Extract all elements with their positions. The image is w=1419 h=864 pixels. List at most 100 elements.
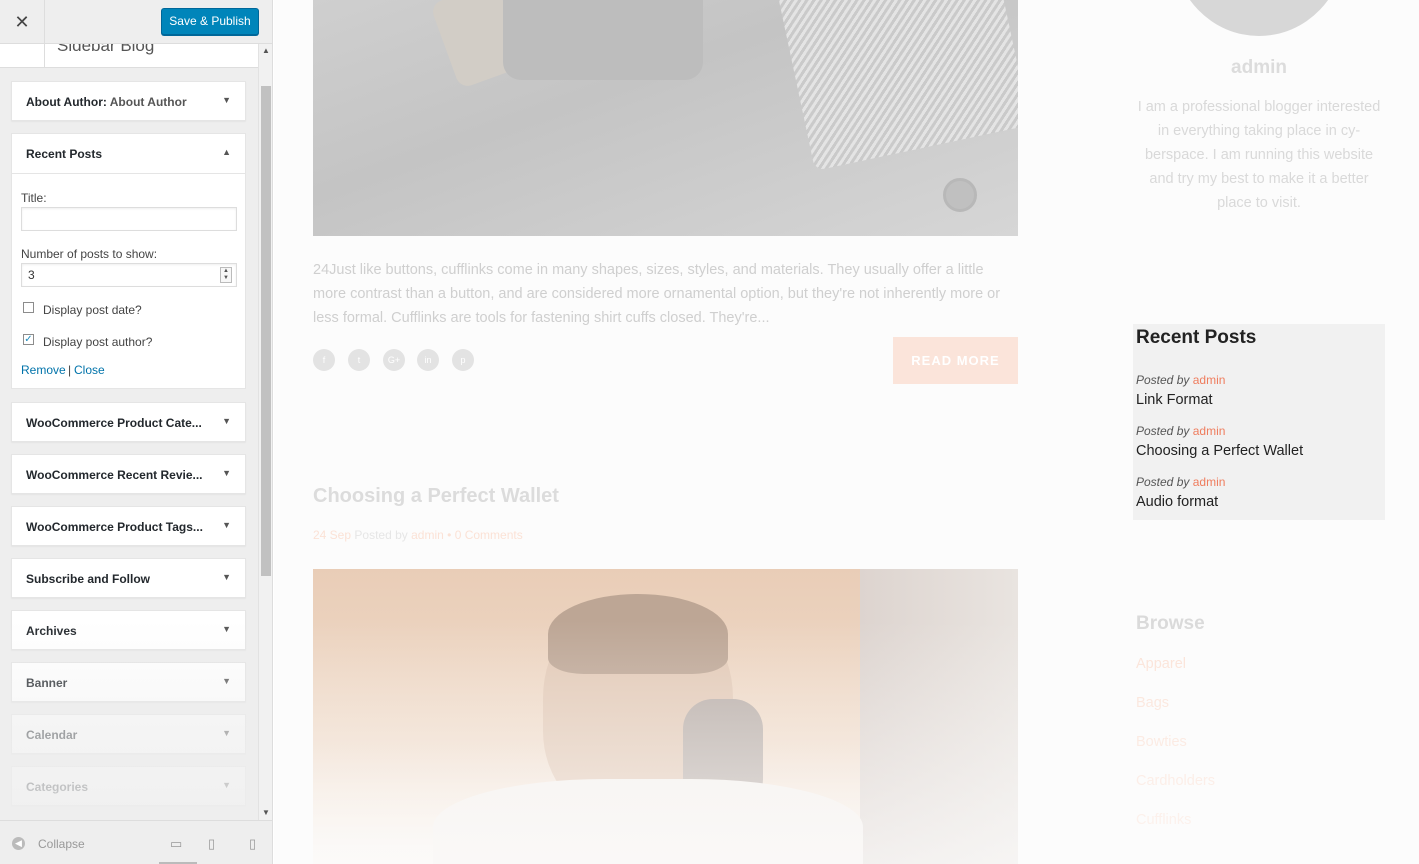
pinterest-icon[interactable]: p [452, 349, 474, 371]
widget-title: WooCommerce Recent Revie... [26, 468, 203, 482]
browse-item[interactable]: Bags [1136, 695, 1169, 711]
display-author-label: Display post author? [43, 335, 153, 349]
display-date-label: Display post date? [43, 303, 142, 317]
widget-title: WooCommerce Product Cate... [26, 416, 202, 430]
widget-title: WooCommerce Product Tags... [26, 520, 203, 534]
collapse-button[interactable]: Collapse [38, 837, 85, 851]
image-shape [433, 779, 863, 864]
display-date-checkbox[interactable] [23, 302, 34, 313]
close-link[interactable]: Close [74, 363, 105, 377]
browse-heading: Browse [1136, 613, 1205, 634]
google-plus-icon[interactable]: G+ [383, 349, 405, 371]
widget-categories[interactable]: Categories ▼ [11, 766, 246, 806]
list-item: Posted by admin Audio format [1136, 475, 1226, 510]
browse-item[interactable]: Cufflinks [1136, 812, 1191, 828]
title-field-label: Title: [21, 191, 47, 205]
expand-arrow-icon[interactable]: ▼ [222, 95, 231, 105]
widget-title: Calendar [26, 728, 78, 742]
comments-link[interactable]: 0 Comments [455, 528, 523, 542]
num-posts-input[interactable]: 3 ▲ ▼ [21, 263, 237, 287]
number-stepper-icon[interactable]: ▲ ▼ [220, 267, 232, 283]
facebook-icon[interactable]: f [313, 349, 335, 371]
browse-item[interactable]: Cardholders [1136, 773, 1215, 789]
sidebar-scrollbar[interactable]: ▲ ▼ [258, 44, 272, 820]
remove-link[interactable]: Remove [21, 363, 66, 377]
post-link[interactable]: Link Format [1136, 392, 1225, 408]
close-customizer-button[interactable]: ✕ [0, 0, 45, 44]
recent-posts-widget-preview: Recent Posts Posted by admin Link Format… [1133, 324, 1385, 520]
post-link[interactable]: Choosing a Perfect Wallet [1136, 443, 1303, 459]
tablet-icon[interactable]: ▯ [208, 836, 215, 852]
meta-dot: • [447, 528, 452, 542]
list-item: Posted by admin Link Format [1136, 373, 1226, 408]
posted-by-label: Posted by [354, 528, 408, 542]
image-shape [548, 594, 728, 674]
post-featured-image[interactable] [313, 0, 1018, 236]
widget-title: Banner [26, 676, 68, 690]
customizer-footer: ◀ Collapse ▭ ▯ ▯ [0, 820, 272, 864]
widget-woocommerce-product-categories[interactable]: WooCommerce Product Cate... ▼ [11, 402, 246, 442]
widget-title: Categories [26, 780, 89, 794]
author-bio: I am a professional blogger interested i… [1137, 99, 1381, 211]
expand-arrow-icon[interactable]: ▼ [222, 468, 231, 478]
image-shape [775, 0, 1018, 171]
widget-subscribe-follow[interactable]: Subscribe and Follow ▼ [11, 558, 246, 598]
widget-about-author[interactable]: About Author: About Author ▼ [11, 81, 246, 121]
image-shape [503, 0, 703, 80]
save-publish-button[interactable]: Save & Publish [161, 8, 259, 35]
browse-item[interactable]: Bowties [1136, 734, 1187, 750]
scroll-down-icon[interactable]: ▼ [262, 808, 270, 817]
customizer-sidebar: ✕ Save & Publish Sidebar Blog ▲ ▼ About … [0, 0, 273, 864]
desktop-icon[interactable]: ▭ [170, 836, 182, 852]
display-author-checkbox[interactable]: ✓ [23, 334, 34, 345]
post-author-link[interactable]: admin [1193, 424, 1226, 438]
image-shape [860, 569, 1018, 864]
widget-title: Recent Posts [26, 147, 103, 161]
post-meta: 24 Sep Posted by admin • 0 Comments [313, 528, 523, 542]
browse-item[interactable]: Apparel [1136, 656, 1186, 672]
read-more-button[interactable]: READ MORE [893, 337, 1018, 384]
expand-arrow-icon[interactable]: ▼ [222, 572, 231, 582]
num-posts-value: 3 [28, 268, 35, 282]
widget-heading: Recent Posts [1136, 327, 1257, 348]
title-input[interactable] [21, 207, 237, 231]
widget-archives[interactable]: Archives ▼ [11, 610, 246, 650]
linkedin-icon[interactable]: in [417, 349, 439, 371]
link-separator: | [68, 363, 72, 377]
mobile-icon[interactable]: ▯ [249, 836, 256, 852]
widget-banner[interactable]: Banner ▼ [11, 662, 246, 702]
widget-woocommerce-recent-reviews[interactable]: WooCommerce Recent Revie... ▼ [11, 454, 246, 494]
post-author-link[interactable]: admin [1193, 475, 1226, 489]
expand-arrow-icon[interactable]: ▼ [222, 780, 231, 790]
widget-woocommerce-product-tags[interactable]: WooCommerce Product Tags... ▼ [11, 506, 246, 546]
post-link[interactable]: Audio format [1136, 494, 1225, 510]
widget-header[interactable]: Recent Posts ▲ [12, 134, 245, 174]
widget-title: About Author: About Author [26, 95, 187, 109]
scroll-thumb[interactable] [261, 86, 271, 576]
widget-calendar[interactable]: Calendar ▼ [11, 714, 246, 754]
list-item: Posted by admin Choosing a Perfect Walle… [1136, 424, 1304, 459]
scroll-up-icon[interactable]: ▲ [262, 46, 270, 55]
num-posts-label: Number of posts to show: [21, 247, 158, 261]
post-author-link[interactable]: admin [411, 528, 444, 542]
post-featured-image[interactable] [313, 569, 1018, 864]
post-excerpt: 24Just like buttons, cufflinks come in m… [313, 262, 1001, 326]
expand-arrow-icon[interactable]: ▼ [222, 676, 231, 686]
collapse-icon[interactable]: ◀ [12, 837, 25, 850]
expand-arrow-icon[interactable]: ▼ [222, 624, 231, 634]
collapse-arrow-icon[interactable]: ▲ [222, 147, 231, 157]
site-preview: 24Just like buttons, cufflinks come in m… [274, 0, 1419, 864]
post-date[interactable]: 24 Sep [313, 528, 351, 542]
expand-arrow-icon[interactable]: ▼ [222, 728, 231, 738]
image-shape [943, 178, 977, 212]
widget-title: Subscribe and Follow [26, 572, 151, 586]
expand-arrow-icon[interactable]: ▼ [222, 520, 231, 530]
expand-arrow-icon[interactable]: ▼ [222, 416, 231, 426]
post-title[interactable]: Choosing a Perfect Wallet [313, 485, 559, 508]
author-name: admin [1231, 57, 1287, 78]
twitter-icon[interactable]: t [348, 349, 370, 371]
author-avatar [1173, 0, 1345, 36]
widget-recent-posts: Recent Posts ▲ Title: Number of posts to… [11, 133, 246, 389]
post-author-link[interactable]: admin [1193, 373, 1226, 387]
widget-title: Archives [26, 624, 77, 638]
